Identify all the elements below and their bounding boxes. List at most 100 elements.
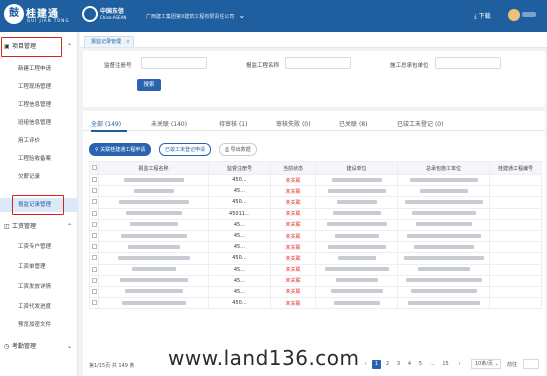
- status-tab-pending[interactable]: 待审核 (1): [219, 119, 247, 128]
- row-checkbox[interactable]: [89, 229, 99, 243]
- status-tab-all[interactable]: 全部 (149): [91, 119, 121, 128]
- status-tab-count: (140): [170, 121, 188, 128]
- cell-project-name: [98, 218, 209, 231]
- cell-gjt-number: [489, 274, 542, 287]
- row-checkbox[interactable]: [89, 297, 99, 310]
- cell-status: 未关联: [270, 274, 316, 287]
- cell-status: 未关联: [270, 241, 316, 254]
- cell-gjt-number: [489, 229, 542, 243]
- row-checkbox[interactable]: [89, 285, 99, 299]
- records-panel: 全部 (149) 未关联 (140) 待审核 (1) 审核失败 (0) 已关联 …: [83, 111, 545, 376]
- table-row[interactable]: 45… 未关联: [89, 263, 542, 276]
- row-checkbox[interactable]: [89, 252, 99, 265]
- cell-project-name: [98, 274, 209, 287]
- chevron-up-icon: ⌃: [66, 223, 72, 230]
- sidebar-group-attendance[interactable]: ◷ 考勤管理 ⌄: [2, 340, 76, 354]
- page-button[interactable]: 2: [383, 360, 392, 369]
- status-tab-label: 全部: [91, 121, 104, 128]
- close-icon[interactable]: ×: [126, 37, 130, 48]
- contractor-input[interactable]: [435, 57, 501, 69]
- column-header: 总承包施工单位: [397, 161, 490, 175]
- cell-gjt-number: [489, 196, 542, 209]
- sidebar-item-wage-account[interactable]: 工资专户管理: [0, 240, 78, 254]
- cell-project-name: [98, 297, 209, 310]
- sidebar-item-payment-progress[interactable]: 工资代发进度: [0, 300, 78, 314]
- search-button[interactable]: 搜索: [137, 79, 161, 91]
- sidebar-item-payment-detail[interactable]: 工资发放详情: [0, 280, 78, 294]
- next-page-button[interactable]: ›: [455, 360, 464, 369]
- page-button[interactable]: 5: [416, 360, 425, 369]
- page-button[interactable]: 15: [441, 360, 450, 369]
- cell-contractor: [397, 207, 490, 220]
- row-checkbox[interactable]: [89, 185, 99, 198]
- page-button[interactable]: 4: [405, 360, 414, 369]
- cell-contractor: [397, 285, 490, 299]
- cell-registration-number: 45…: [208, 285, 271, 299]
- cell-gjt-number: [489, 185, 542, 198]
- sidebar-item-encrypted-files[interactable]: 预览加密文件: [0, 318, 78, 332]
- link-project-button[interactable]: ⚲ 关联桂建通工程申请: [89, 143, 152, 156]
- sidebar-item-project-info[interactable]: 工程信息管理: [0, 98, 78, 112]
- watermark: www.land136.com: [168, 346, 360, 370]
- table-row[interactable]: 45… 未关联: [89, 185, 542, 198]
- table-row[interactable]: 45… 未关联: [89, 229, 542, 243]
- cell-project-name: [98, 207, 209, 220]
- sidebar-item-payroll[interactable]: 工资单管理: [0, 260, 78, 274]
- select-all-checkbox[interactable]: [89, 161, 99, 175]
- page-size-label: 10条/页: [475, 361, 494, 367]
- download-button[interactable]: ⤓ 下载: [474, 11, 491, 21]
- table-row[interactable]: 45… 未关联: [89, 285, 542, 299]
- page-ellipsis[interactable]: …: [428, 360, 437, 369]
- row-checkbox[interactable]: [89, 218, 99, 231]
- sidebar-item-site[interactable]: 工程现场管理: [0, 80, 78, 94]
- column-header: 监督注册号: [208, 161, 271, 175]
- row-checkbox[interactable]: [89, 207, 99, 220]
- page-size-select[interactable]: 10条/页 ⌄: [471, 359, 501, 369]
- status-tab-failed[interactable]: 审核失败 (0): [276, 119, 310, 128]
- row-checkbox[interactable]: [89, 241, 99, 254]
- status-tab-linked[interactable]: 已关联 (8): [339, 119, 367, 128]
- completed-register-button[interactable]: 已竣工未登记申请: [159, 143, 212, 156]
- chevron-down-icon: ⌄: [238, 11, 246, 20]
- cell-registration-number: 450…: [208, 173, 271, 187]
- status-tab-unlinked[interactable]: 未关联 (140): [151, 119, 187, 128]
- table-row[interactable]: 45011… 未关联: [89, 207, 542, 220]
- prev-page-button[interactable]: ‹: [361, 360, 370, 369]
- row-checkbox[interactable]: [89, 196, 99, 209]
- sidebar-item-wage-arrears[interactable]: 欠薪记录: [0, 170, 78, 184]
- project-name-input[interactable]: [285, 57, 351, 69]
- status-tab-label: 未关联: [151, 121, 170, 128]
- sidebar-group-wages[interactable]: ◫ 工资管理 ⌃: [2, 220, 76, 234]
- cell-gjt-number: [489, 173, 542, 187]
- cell-status: 未关联: [270, 173, 316, 187]
- sidebar-item-acceptance[interactable]: 工程验收备案: [0, 152, 78, 166]
- table-row[interactable]: 45… 未关联: [89, 241, 542, 254]
- registration-number-input[interactable]: [141, 57, 207, 69]
- sidebar-item-team-info[interactable]: 班组信息管理: [0, 116, 78, 130]
- export-button[interactable]: ⎙ 导出数据: [219, 143, 257, 156]
- cell-contractor: [397, 218, 490, 231]
- partner-logo-icon: [82, 6, 98, 22]
- sidebar-item-new-project[interactable]: 新建工程申请: [0, 62, 78, 76]
- avatar[interactable]: [508, 9, 520, 21]
- status-tab-completed-unregistered[interactable]: 已竣工未登记 (0): [397, 119, 443, 128]
- tab-supervision-records[interactable]: 报监记录管理 ×: [84, 36, 135, 48]
- table-row[interactable]: 450… 未关联: [89, 173, 542, 187]
- export-icon: ⎙: [225, 147, 230, 153]
- page-button[interactable]: 3: [394, 360, 403, 369]
- user-menu[interactable]: [522, 12, 536, 17]
- table-row[interactable]: 450… 未关联: [89, 252, 542, 265]
- page-button[interactable]: 1: [372, 360, 381, 369]
- cell-contractor: [397, 241, 490, 254]
- row-checkbox[interactable]: [89, 274, 99, 287]
- table-row[interactable]: 450… 未关联: [89, 297, 542, 310]
- table-row[interactable]: 45… 未关联: [89, 218, 542, 231]
- org-selector[interactable]: 广西建工集团第X建筑工程有限责任公司 ⌄: [146, 11, 245, 20]
- table-row[interactable]: 45… 未关联: [89, 274, 542, 287]
- table-row[interactable]: 450… 未关联: [89, 196, 542, 209]
- row-checkbox[interactable]: [89, 173, 99, 187]
- records-table: 报监工程名称 监督注册号 当前状态 建设单位 总承包施工单位 桂建通工程编号 4…: [89, 161, 542, 310]
- jump-page-input[interactable]: [523, 359, 539, 369]
- sidebar-item-evaluation[interactable]: 用工评价: [0, 134, 78, 148]
- row-checkbox[interactable]: [89, 263, 99, 276]
